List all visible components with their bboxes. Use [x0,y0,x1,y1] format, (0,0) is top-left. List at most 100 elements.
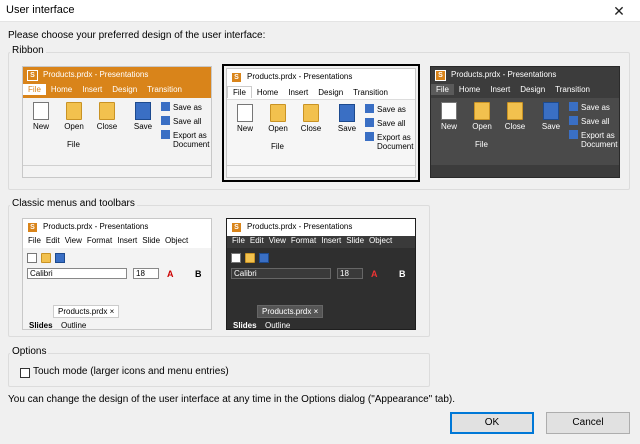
outline-tab: Outline [265,321,291,330]
thumb-ribbon-body: New Open Close Save Save as Save all Exp… [431,98,619,150]
close-folder-icon [507,102,523,120]
ribbon-group-label: Ribbon [10,45,46,56]
tab-close-icon: × [109,307,115,316]
save-all-item: Save all [365,118,405,128]
open-button: Open [469,102,495,131]
classic-dark-option[interactable]: S Products.prdx - Presentations File Edit… [226,218,416,330]
font-size-combo: 18 [337,268,363,279]
save-all-icon [161,116,170,125]
export-as-item: Export as [161,130,207,140]
menu-bar: File Edit View Format Insert Slide Object [23,236,211,248]
tab-design: Design [112,85,138,94]
toolbar-standard [227,251,415,265]
ribbon-dark-option[interactable]: S Products.prdx - Presentations File Home… [430,66,620,178]
toolbar-format: Calibri 18 A B [23,267,211,281]
menu-edit: Edit [249,236,264,245]
thumb-tabs: File Home Insert Design Transition [431,84,619,98]
app-icon: S [435,70,446,81]
group-file-label: File [271,142,284,151]
outline-tab: Outline [61,321,87,330]
tab-home: Home [458,85,481,94]
menu-file: File [28,236,41,245]
thumb-ribbon-body: New Open Close Save Save as Save all Exp… [227,100,415,152]
thumb-titlebar: S Products.prdx - Presentations [431,67,619,84]
new-button: New [29,102,53,131]
font-color-icon: A [371,269,378,279]
ribbon-light-option[interactable]: S Products.prdx - Presentations File Home… [226,68,416,178]
export-as-item: Export as [569,130,615,140]
menu-slide: Slide [142,236,161,245]
menu-view: View [64,236,82,245]
menu-bar: File Edit View Format Insert Slide Object [227,236,415,248]
quick-access-toolbar [431,165,619,177]
tab-transition: Transition [353,88,388,97]
close-folder-icon [99,102,115,120]
thumb-doc-title: Products.prdx - Presentations [247,222,353,231]
close-icon[interactable]: ✕ [604,1,634,21]
folder-icon [66,102,82,120]
save-as-icon [161,102,170,111]
options-group-label: Options [10,346,49,357]
save-as-item: Save as [365,104,406,114]
close-button: Close [93,102,121,131]
tab-transition: Transition [555,85,590,94]
save-icon [55,253,65,263]
slides-tab: Slides [233,321,257,330]
tab-transition: Transition [147,85,182,94]
thumb-doc-title: Products.prdx - Presentations [451,70,557,79]
save-icon [259,253,269,263]
thumb-titlebar: S Products.prdx - Presentations [227,219,415,236]
save-all-icon [365,118,374,127]
ok-button[interactable]: OK [450,412,534,434]
close-button: Close [501,102,529,131]
tab-insert: Insert [288,88,309,97]
menu-format: Format [290,236,317,245]
font-color-icon: A [167,269,174,279]
open-icon [245,253,255,263]
menu-edit: Edit [45,236,60,245]
bold-icon: B [399,269,406,279]
menu-object: Object [165,236,189,245]
thumb-doc-title: Products.prdx - Presentations [43,222,149,231]
thumb-titlebar: S Products.prdx - Presentations [23,67,211,84]
document-tab: Products.prdx × [53,305,120,318]
menu-format: Format [86,236,113,245]
ribbon-orange-option[interactable]: S Products.prdx - Presentations File Home… [22,66,212,178]
app-icon: S [27,70,38,81]
title-bar: User interface ✕ [0,0,640,22]
save-all-icon [569,116,578,125]
folder-icon [270,104,286,122]
tab-file: File [23,84,46,95]
thumb-tabs: File Home Insert Design Transition [227,86,415,100]
export-as-item: Export as [365,132,411,142]
classic-light-option[interactable]: S Products.prdx - Presentations File Edit… [22,218,212,330]
quick-access-toolbar [23,165,211,177]
toolbar-objects [23,285,211,299]
window-title: User interface [6,4,75,16]
touch-mode-checkbox[interactable] [20,368,30,378]
menu-insert: Insert [117,236,138,245]
touch-mode-label[interactable]: Touch mode (larger icons and menu entrie… [33,366,229,377]
new-doc-icon [441,102,457,120]
menu-insert: Insert [321,236,342,245]
save-as-item: Save as [161,102,202,112]
cancel-button[interactable]: Cancel [546,412,630,434]
menu-file: File [232,236,245,245]
menu-object: Object [369,236,393,245]
thumb-titlebar: S Products.prdx - Presentations [23,219,211,236]
thumb-tabs: File Home Insert Design Transition [23,84,211,98]
classic-group-label: Classic menus and toolbars [10,198,137,209]
save-icon [543,102,559,120]
font-name-combo: Calibri [231,268,331,279]
thumb-doc-title: Products.prdx - Presentations [43,70,149,79]
slides-tab: Slides [29,321,53,330]
open-button: Open [61,102,87,131]
tab-insert: Insert [82,85,103,94]
export-icon [365,132,374,141]
save-button: Save [539,102,563,131]
export-icon [569,130,578,139]
folder-icon [474,102,490,120]
toolbar-objects [227,285,415,299]
save-icon [135,102,151,120]
save-as-icon [365,104,374,113]
